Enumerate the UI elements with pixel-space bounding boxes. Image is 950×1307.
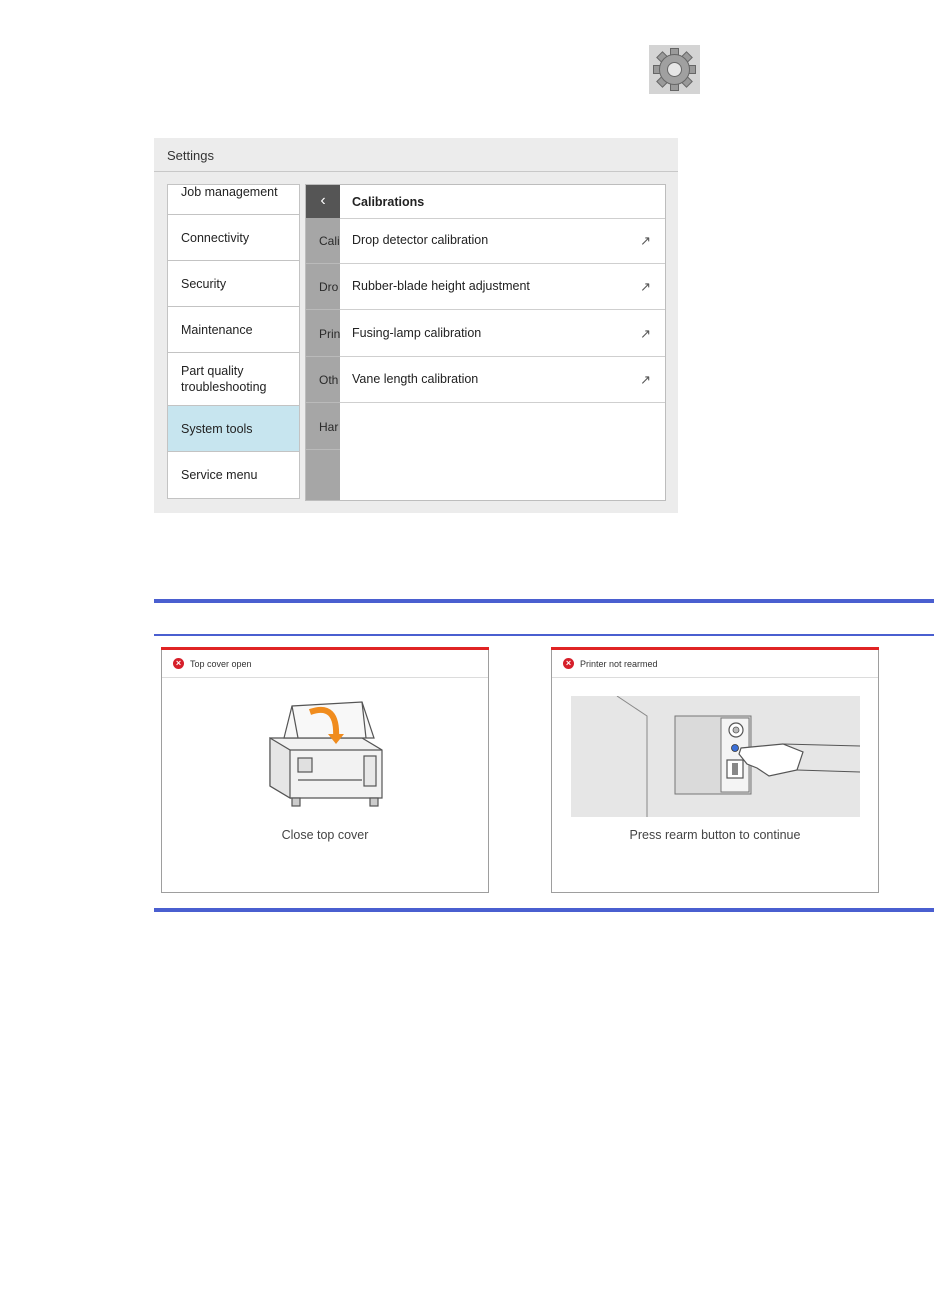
calibrations-panel: ‹ Cali Dro Prin Oth Har Calibrations Dro… — [305, 184, 666, 501]
external-arrow-icon: ↗ — [640, 326, 651, 341]
calibration-item-rubber-blade[interactable]: Rubber-blade height adjustment ↗ — [340, 264, 665, 310]
alert-header: × Top cover open — [162, 650, 488, 678]
nav-item-label: Job management — [181, 185, 278, 199]
calibration-item-drop-detector[interactable]: Drop detector calibration ↗ — [340, 218, 665, 264]
panel-header: Calibrations — [340, 185, 665, 219]
nav-item-label: System tools — [181, 422, 253, 436]
nav-item-system-tools[interactable]: System tools — [168, 406, 299, 452]
parent-menu-item[interactable]: Dro — [306, 264, 340, 310]
nav-item-job-management[interactable]: Job management — [168, 185, 299, 215]
calibration-label: Drop detector calibration — [352, 233, 489, 247]
nav-item-service-menu[interactable]: Service menu — [168, 452, 299, 498]
printer-open-lid-illustration — [269, 701, 383, 807]
nav-item-part-quality-troubleshooting[interactable]: Part quality troubleshooting — [168, 353, 299, 406]
alert-title: Printer not rearmed — [580, 659, 658, 669]
alert-header: × Printer not rearmed — [552, 650, 878, 678]
parent-menu-item[interactable]: Har — [306, 404, 340, 450]
calibration-item-vane-length[interactable]: Vane length calibration ↗ — [340, 357, 665, 403]
parent-menu-item[interactable]: Prin — [306, 311, 340, 357]
chevron-left-icon[interactable]: ‹ — [306, 185, 340, 218]
divider — [154, 171, 678, 172]
nav-item-label: Part quality troubleshooting — [181, 364, 267, 394]
collapsed-parent-menu: ‹ Cali Dro Prin Oth Har — [306, 185, 340, 500]
calibration-label: Rubber-blade height adjustment — [352, 279, 530, 293]
alert-card-not-rearmed: × Printer not rearmed Press rearm button… — [551, 647, 879, 893]
external-arrow-icon: ↗ — [640, 279, 651, 294]
error-icon: × — [563, 658, 574, 669]
parent-menu-item[interactable]: Cali — [306, 218, 340, 264]
calibration-item-fusing-lamp[interactable]: Fusing-lamp calibration ↗ — [340, 311, 665, 357]
nav-item-label: Service menu — [181, 468, 258, 482]
nav-item-security[interactable]: Security — [168, 261, 299, 307]
settings-nav: Job management Connectivity Security Mai… — [167, 184, 300, 499]
nav-item-label: Security — [181, 277, 227, 291]
nav-item-label: Maintenance — [181, 323, 253, 337]
section-rule — [154, 634, 934, 636]
panel-title: Calibrations — [352, 195, 425, 209]
calibrations-list: Calibrations Drop detector calibration ↗… — [340, 185, 665, 500]
section-rule — [154, 908, 934, 912]
alert-title: Top cover open — [190, 659, 252, 669]
settings-title: Settings — [167, 148, 214, 163]
nav-item-maintenance[interactable]: Maintenance — [168, 307, 299, 353]
section-rule — [154, 599, 934, 603]
calibration-label: Fusing-lamp calibration — [352, 326, 482, 340]
gear-icon — [649, 45, 700, 94]
nav-item-connectivity[interactable]: Connectivity — [168, 215, 299, 261]
error-icon: × — [173, 658, 184, 669]
nav-item-label: Connectivity — [181, 231, 250, 245]
parent-menu-item[interactable]: Oth — [306, 357, 340, 403]
alert-card-top-cover: × Top cover open Close top cover — [161, 647, 489, 893]
alert-instruction: Close top cover — [281, 828, 369, 842]
settings-screen: Settings Job management Connectivity Sec… — [154, 138, 678, 513]
external-arrow-icon: ↗ — [640, 233, 651, 248]
alert-instruction: Press rearm button to continue — [629, 828, 801, 842]
rearm-button-illustration — [571, 696, 860, 817]
calibration-label: Vane length calibration — [352, 372, 479, 386]
external-arrow-icon: ↗ — [640, 372, 651, 387]
